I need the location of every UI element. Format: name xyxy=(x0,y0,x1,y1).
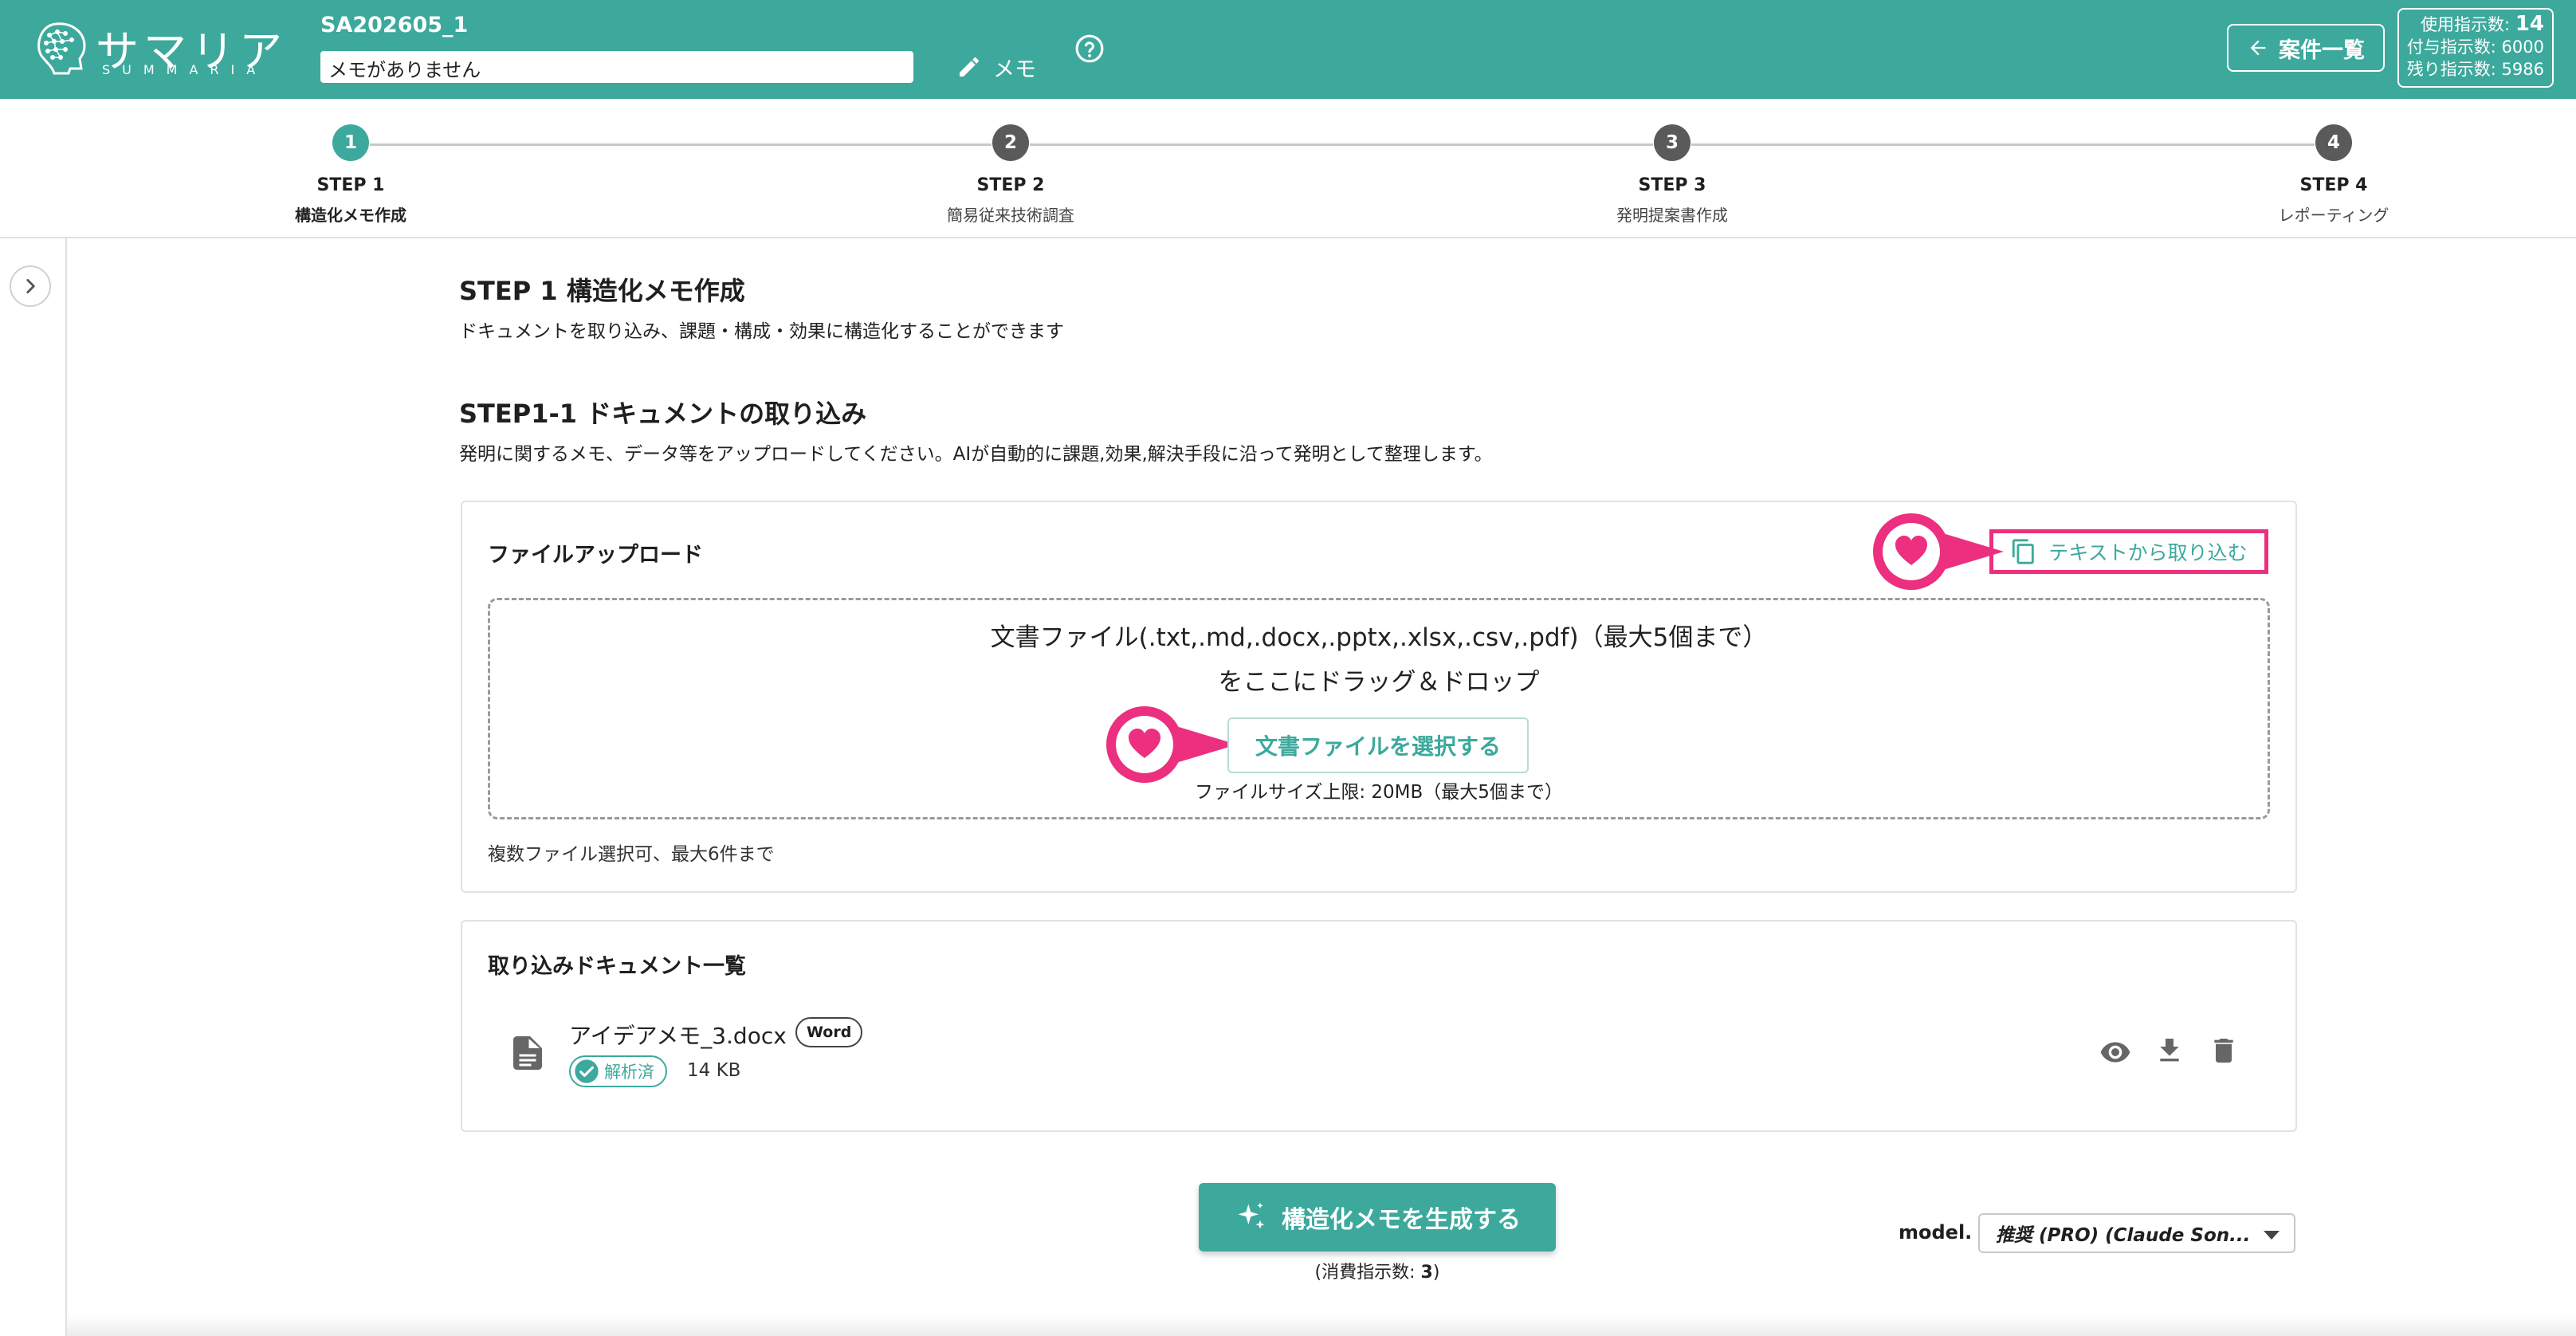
step-1-label: STEP 1 xyxy=(316,175,385,195)
trash-icon[interactable] xyxy=(2208,1035,2240,1067)
usage-used: 使用指示数: 14 xyxy=(2421,12,2544,36)
step-2-label: STEP 2 xyxy=(976,175,1045,195)
document-list-title: 取り込みドキュメント一覧 xyxy=(488,954,746,979)
caret-down-icon xyxy=(2264,1231,2280,1240)
status-badge-label: 解析済 xyxy=(604,1063,654,1082)
model-select[interactable]: 推奨 (PRO) (Claude Son... xyxy=(1978,1213,2295,1253)
sidebar-expand-button[interactable] xyxy=(10,265,51,307)
dropzone-instruction: 文書ファイル(.txt,.md,.docx,.pptx,.xlsx,.csv,.… xyxy=(990,623,1768,652)
heart-marker-icon xyxy=(1106,706,1237,783)
step-connector xyxy=(1691,143,2315,146)
page-description: ドキュメントを取り込み、課題・構成・効果に構造化することができます xyxy=(459,321,1064,342)
step-4-label: STEP 4 xyxy=(2299,175,2368,195)
multi-file-note: 複数ファイル選択可、最大6件まで xyxy=(488,844,775,865)
bottom-edge xyxy=(67,1315,2576,1336)
case-list-label: 案件一覧 xyxy=(2279,37,2365,63)
usage-remaining: 残り指示数: 5986 xyxy=(2406,60,2544,79)
file-upload-title: ファイルアップロード xyxy=(488,543,703,568)
select-file-button[interactable]: 文書ファイルを選択する xyxy=(1227,717,1529,773)
document-name: アイデアメモ_3.docx xyxy=(569,1023,787,1049)
text-import-label: テキストから取り込む xyxy=(2048,541,2248,564)
eye-icon[interactable] xyxy=(2099,1036,2131,1068)
check-circle-icon xyxy=(575,1059,599,1083)
step-3-circle[interactable]: 3 xyxy=(1654,124,1690,161)
page-title: STEP 1 構造化メモ作成 xyxy=(459,276,745,306)
heart-marker-icon xyxy=(1873,513,2004,590)
memo-field[interactable]: メモがありません xyxy=(320,51,913,83)
case-id: SA202605_1 xyxy=(320,13,469,37)
step-4-circle[interactable]: 4 xyxy=(2315,124,2352,161)
step-1-sub: 構造化メモ作成 xyxy=(295,206,406,225)
copy-icon xyxy=(2012,539,2035,564)
step-4-sub: レポーティング xyxy=(2278,206,2389,225)
step-1-circle[interactable]: 1 xyxy=(332,124,369,161)
step-connector xyxy=(1030,143,1653,146)
model-select-value: 推奨 (PRO) (Claude Son... xyxy=(1996,1225,2251,1246)
document-size: 14 KB xyxy=(687,1060,741,1081)
text-import-button[interactable]: テキストから取り込む xyxy=(1989,529,2268,574)
file-size-limit: ファイルサイズ上限: 20MB（最大5個まで） xyxy=(1195,782,1563,803)
status-badge: 解析済 xyxy=(569,1055,667,1087)
chevron-right-icon xyxy=(26,279,35,293)
sparkle-icon xyxy=(1238,1202,1265,1229)
memo-button-label: メモ xyxy=(993,57,1036,82)
app-logo[interactable]: サマリア SUMMARIA xyxy=(32,18,282,78)
sidebar xyxy=(0,238,67,1336)
usage-granted: 付与指示数: 6000 xyxy=(2406,37,2544,57)
dropzone-instruction-2: をここにドラッグ＆ドロップ xyxy=(1218,668,1540,697)
section-title: STEP1-1 ドキュメントの取り込み xyxy=(459,399,867,429)
model-label: model. xyxy=(1899,1221,1973,1244)
usage-counter: 使用指示数: 14 付与指示数: 6000 残り指示数: 5986 xyxy=(2397,8,2554,88)
generate-memo-button[interactable]: 構造化メモを生成する xyxy=(1199,1183,1556,1252)
help-icon[interactable] xyxy=(1074,33,1105,64)
case-list-button[interactable]: 案件一覧 xyxy=(2227,24,2385,72)
step-3-label: STEP 3 xyxy=(1638,175,1706,195)
section-description: 発明に関するメモ、データ等をアップロードしてください。AIが自動的に課題,効果,… xyxy=(459,444,1493,465)
document-icon xyxy=(513,1036,542,1070)
pencil-icon xyxy=(960,57,980,77)
download-icon[interactable] xyxy=(2154,1035,2185,1067)
logo-head-icon xyxy=(37,22,86,75)
step-2-circle[interactable]: 2 xyxy=(992,124,1029,161)
app-header: サマリア SUMMARIA SA202605_1 メモがありません メモ 案件一… xyxy=(0,0,2576,99)
step-2-sub: 簡易従来技術調査 xyxy=(947,206,1074,225)
consumption-note: (消費指示数: 3) xyxy=(1314,1263,1440,1283)
generate-memo-label: 構造化メモを生成する xyxy=(1282,1206,1521,1234)
logo-text-en: SUMMARIA xyxy=(102,62,268,77)
step-connector xyxy=(370,143,992,146)
arrow-left-icon xyxy=(2250,40,2266,56)
document-type-badge: Word xyxy=(795,1017,863,1047)
memo-edit-button[interactable]: メモ xyxy=(956,49,1036,84)
step-3-sub: 発明提案書作成 xyxy=(1616,206,1728,225)
